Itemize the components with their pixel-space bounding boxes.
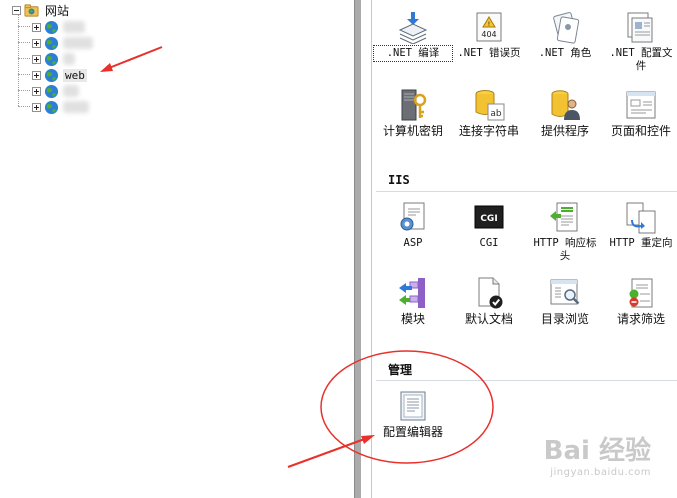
compile-icon [398, 12, 428, 44]
section-title-management: 管理 [388, 363, 413, 377]
feature-label: 默认文档 [464, 312, 513, 326]
features-view: .NET 编译 ! 404 .NET 错误页 .NET 角色 .NET 配置文 … [372, 0, 677, 498]
feature-label: 目录浏览 [540, 312, 589, 326]
feature-http-response-headers[interactable]: HTTP 响应标 头 [527, 200, 603, 263]
feature-label: 计算机密钥 [382, 124, 443, 138]
http-headers-icon [550, 202, 578, 232]
feature-connection-strings[interactable]: ab 连接字符串 [451, 88, 527, 138]
feature-net-roles[interactable]: .NET 角色 [527, 10, 603, 60]
error-page-404-icon: ! 404 [476, 12, 502, 42]
http-redirect-icon [626, 202, 656, 234]
expand-toggle[interactable] [32, 86, 41, 96]
svg-text:!: ! [488, 21, 490, 28]
feature-label: .NET 配置文 件 [609, 47, 673, 72]
feature-label: .NET 角色 [538, 47, 592, 59]
directory-browsing-icon [550, 279, 580, 305]
feature-label: 模块 [400, 312, 425, 326]
section-divider [376, 380, 677, 381]
redacted-site-name [63, 37, 93, 49]
feature-machine-key[interactable]: 计算机密钥 [375, 88, 451, 138]
tree-site-2[interactable] [32, 35, 93, 51]
feature-label: HTTP 重定向 [609, 237, 673, 249]
redacted-site-name [63, 21, 85, 33]
globe-icon [44, 68, 59, 82]
pages-controls-icon [626, 91, 656, 119]
section-divider [376, 191, 677, 192]
feature-label: ASP [403, 237, 423, 249]
pane-splitter[interactable] [354, 0, 361, 498]
feature-label: HTTP 响应标 头 [533, 237, 597, 262]
profile-icon [627, 12, 653, 43]
globe-icon [44, 52, 59, 66]
tree-root-sites[interactable]: 网站 [12, 2, 71, 18]
svg-text:ab: ab [490, 109, 502, 119]
feature-net-profile[interactable]: .NET 配置文 件 [603, 10, 677, 73]
modules-icon [399, 278, 425, 308]
feature-modules[interactable]: 模块 [375, 276, 451, 326]
machine-key-icon [401, 89, 427, 121]
tree-site-6[interactable] [32, 99, 89, 115]
svg-text:CGI: CGI [480, 214, 497, 224]
feature-label: 请求筛选 [616, 312, 665, 326]
redacted-site-name [63, 85, 79, 97]
collapse-toggle[interactable] [12, 5, 21, 15]
feature-default-document[interactable]: 默认文档 [451, 276, 527, 326]
expand-toggle[interactable] [32, 70, 41, 80]
feature-label: .NET 编译 [373, 45, 453, 62]
roles-icon [553, 12, 580, 44]
feature-label: 提供程序 [540, 124, 589, 138]
redacted-site-name [63, 101, 89, 113]
redacted-site-name [63, 53, 75, 65]
feature-configuration-editor[interactable]: 配置编辑器 [375, 389, 451, 439]
feature-pages-controls[interactable]: 页面和控件 [603, 88, 677, 138]
globe-icon [44, 20, 59, 34]
feature-net-error-pages[interactable]: ! 404 .NET 错误页 [451, 10, 527, 60]
tree-site-5[interactable] [32, 83, 79, 99]
feature-label: 页面和控件 [610, 124, 671, 138]
feature-label: .NET 错误页 [457, 47, 521, 59]
feature-label: 配置编辑器 [382, 425, 443, 439]
feature-http-redirect[interactable]: HTTP 重定向 [603, 200, 677, 250]
expand-toggle[interactable] [32, 38, 41, 48]
request-filtering-icon [629, 278, 653, 308]
tree-site-web[interactable]: web [32, 67, 87, 83]
tree-root-label: 网站 [45, 3, 70, 18]
watermark-url: jingyan.baidu.com [550, 467, 651, 478]
site-label-web: web [63, 68, 87, 82]
feature-providers[interactable]: 提供程序 [527, 88, 603, 138]
tree-site-3[interactable] [32, 51, 75, 67]
configuration-editor-icon [400, 391, 426, 421]
feature-asp[interactable]: ASP [375, 200, 451, 250]
feature-request-filtering[interactable]: 请求筛选 [603, 276, 677, 326]
asp-icon [400, 202, 425, 231]
connection-string-icon: ab [475, 90, 505, 121]
feature-cgi[interactable]: CGI CGI [451, 200, 527, 250]
baidu-watermark: Bai 经验 jingyan.baidu.com [544, 438, 651, 484]
expand-toggle[interactable] [32, 102, 41, 112]
expand-toggle[interactable] [32, 22, 41, 32]
default-document-icon [478, 277, 503, 309]
feature-directory-browsing[interactable]: 目录浏览 [527, 276, 603, 326]
section-title-iis: IIS [388, 173, 410, 187]
globe-icon [44, 84, 59, 98]
expand-toggle[interactable] [32, 54, 41, 64]
cgi-icon: CGI [474, 205, 504, 229]
providers-icon [551, 90, 580, 120]
feature-label: 连接字符串 [458, 124, 519, 138]
feature-net-compilation[interactable]: .NET 编译 [373, 10, 453, 62]
sites-folder-icon [24, 3, 39, 17]
tree-site-1[interactable] [32, 19, 85, 35]
globe-icon [44, 36, 59, 50]
feature-label: CGI [479, 237, 499, 249]
svg-text:404: 404 [481, 30, 496, 39]
globe-icon [44, 100, 59, 114]
sites-tree-pane: 网站 web [0, 0, 354, 498]
